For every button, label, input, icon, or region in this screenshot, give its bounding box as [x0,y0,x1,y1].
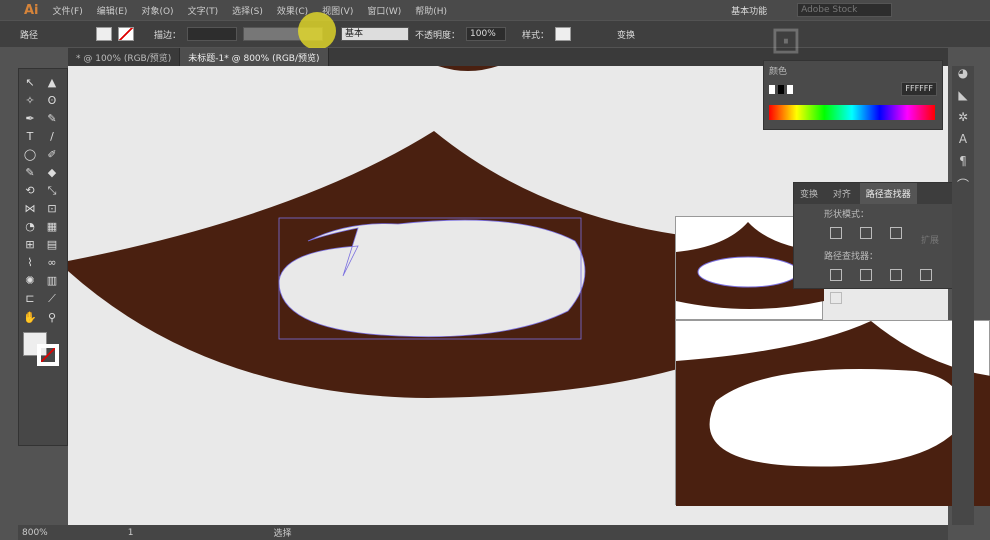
menu-window[interactable]: 窗口(W) [367,4,401,17]
tab-pathfinder[interactable]: 路径查找器 [859,183,917,204]
pathfinder-panel: 变换 对齐 路径查找器 形状模式： 扩展 路径查找器： [793,182,968,304]
shape-builder-icon[interactable]: ◔ [21,218,39,236]
artboard-tool-icon[interactable]: ⊏ [21,290,39,308]
menu-bar: Ai 文件(F) 编辑(E) 对象(O) 文字(T) 选择(S) 效果(C) 视… [0,0,990,20]
paintbrush-icon[interactable]: ✐ [43,145,61,163]
menu-object[interactable]: 对象(O) [141,4,173,17]
menu-type[interactable]: 文字(T) [188,4,219,17]
divide-button[interactable] [830,269,842,281]
crop-button[interactable] [920,269,932,281]
expand-button[interactable]: 扩展 [921,236,939,246]
color-panel-icon[interactable]: ◕ [952,66,974,88]
zoom-level[interactable]: 800% [22,528,48,538]
opacity-label: 不透明度： [415,30,461,41]
character-icon[interactable]: A [952,132,974,154]
paragraph-icon[interactable]: ¶ [952,154,974,176]
scale-icon[interactable]: ⤡ [43,182,61,200]
panel-dock: ◕ ◣ ✲ A ¶ ⌒ [952,66,974,525]
tab-transform[interactable]: 变换 [794,183,824,204]
hex-input[interactable]: FFFFFF [901,82,937,96]
free-transform-icon[interactable]: ⊡ [43,200,61,218]
slice-tool-icon[interactable]: ⟋ [43,290,61,308]
color-guide-icon[interactable]: ◣ [952,88,974,110]
tab-document-2[interactable]: 未标题-1* @ 800% (RGB/预览) [180,48,329,66]
stroke-color-icon[interactable] [37,344,59,366]
control-bar: 路径 描边： 基本 不透明度： 100% 样式： 变换 [0,21,990,47]
brushes-icon[interactable]: ⌒ [952,176,974,198]
symbol-sprayer-icon[interactable]: ✺ [21,272,39,290]
pathfinders-label: 路径查找器： [824,252,879,262]
perspective-icon[interactable]: ▦ [43,218,61,236]
selection-tool-icon[interactable]: ↖ [21,73,39,91]
ellipse-tool-icon[interactable]: ◯ [21,145,39,163]
rotate-icon[interactable]: ⟲ [21,181,39,199]
black-swatch[interactable] [778,84,785,94]
mesh-icon[interactable]: ⊞ [21,236,39,254]
brush-select[interactable]: 基本 [341,27,410,41]
stock-search-input[interactable]: Adobe Stock [797,3,893,17]
symbols-icon[interactable]: ✲ [952,110,974,132]
artboard-number[interactable]: 1 [128,528,134,538]
watermark-logo: ⊡ [770,18,806,62]
menu-effect[interactable]: 效果(C) [277,4,308,17]
blend-icon[interactable]: ∞ [43,254,61,272]
fill-swatch[interactable] [96,27,112,41]
tab-document-1[interactable]: * @ 100% (RGB/预览) [68,48,181,66]
app-logo: Ai [24,2,39,18]
pen-tool-icon[interactable]: ✒ [21,109,39,127]
outline-button[interactable] [830,292,842,304]
menu-help[interactable]: 帮助(H) [415,4,447,17]
top-shape [68,66,498,71]
trim-button[interactable] [860,269,872,281]
shape-modes-label: 形状模式： [824,210,870,220]
graph-tool-icon[interactable]: ▥ [43,272,61,290]
gradient-icon[interactable]: ▤ [43,236,61,254]
intersect-button[interactable] [890,227,902,239]
minus-front-button[interactable] [860,227,872,239]
type-tool-icon[interactable]: T [21,127,39,145]
preview-inset-large [675,320,990,506]
curvature-icon[interactable]: ✎ [43,109,61,127]
merge-button[interactable] [890,269,902,281]
tab-align[interactable]: 对齐 [827,183,857,204]
eraser-icon[interactable]: ◆ [43,163,61,181]
menu-file[interactable]: 文件(F) [53,4,83,17]
color-panel: 颜色 FFFFFF [763,60,943,130]
color-spectrum[interactable] [769,105,935,120]
white-swatch[interactable] [787,84,794,94]
stroke-weight-input[interactable] [187,27,238,41]
line-tool-icon[interactable]: / [43,127,61,145]
shaper-icon[interactable]: ✎ [21,163,39,181]
style-label: 样式： [522,30,550,41]
color-panel-title: 颜色 [769,67,788,77]
selection-type: 路径 [20,30,39,41]
magic-wand-icon[interactable]: ✧ [21,91,39,109]
opacity-input[interactable]: 100% [466,27,507,41]
lasso-icon[interactable]: ʘ [43,91,61,109]
tools-panel: ↖ ▲ ✧ ʘ ✒ ✎ T / ◯ ✐ ✎ ◆ ⟲ ⤡ ⋈ ⊡ ◔ ▦ ⊞ ▤ ⌇ ∞ ✺ ▥ ⊏ ⟋ ✋… [18,68,68,446]
menu-edit[interactable]: 编辑(E) [97,4,128,17]
cursor-highlight [298,12,336,50]
stroke-label: 描边： [154,30,182,41]
status-bar: 800% 1 选择 [18,525,948,540]
none-swatch[interactable] [769,84,776,94]
current-tool: 选择 [273,529,292,539]
eyedropper-icon[interactable]: ⌇ [21,254,39,272]
menu-select[interactable]: 选择(S) [232,4,263,17]
workspace-switcher[interactable]: 基本功能 [731,4,767,17]
zoom-tool-icon[interactable]: ⚲ [43,308,61,326]
style-swatch[interactable] [555,27,572,41]
transform-button[interactable]: 变换 [617,28,635,41]
stroke-swatch[interactable] [118,27,134,41]
hand-tool-icon[interactable]: ✋ [21,308,39,326]
unite-button[interactable] [830,227,842,239]
direct-selection-tool-icon[interactable]: ▲ [43,73,61,91]
width-tool-icon[interactable]: ⋈ [21,200,39,218]
